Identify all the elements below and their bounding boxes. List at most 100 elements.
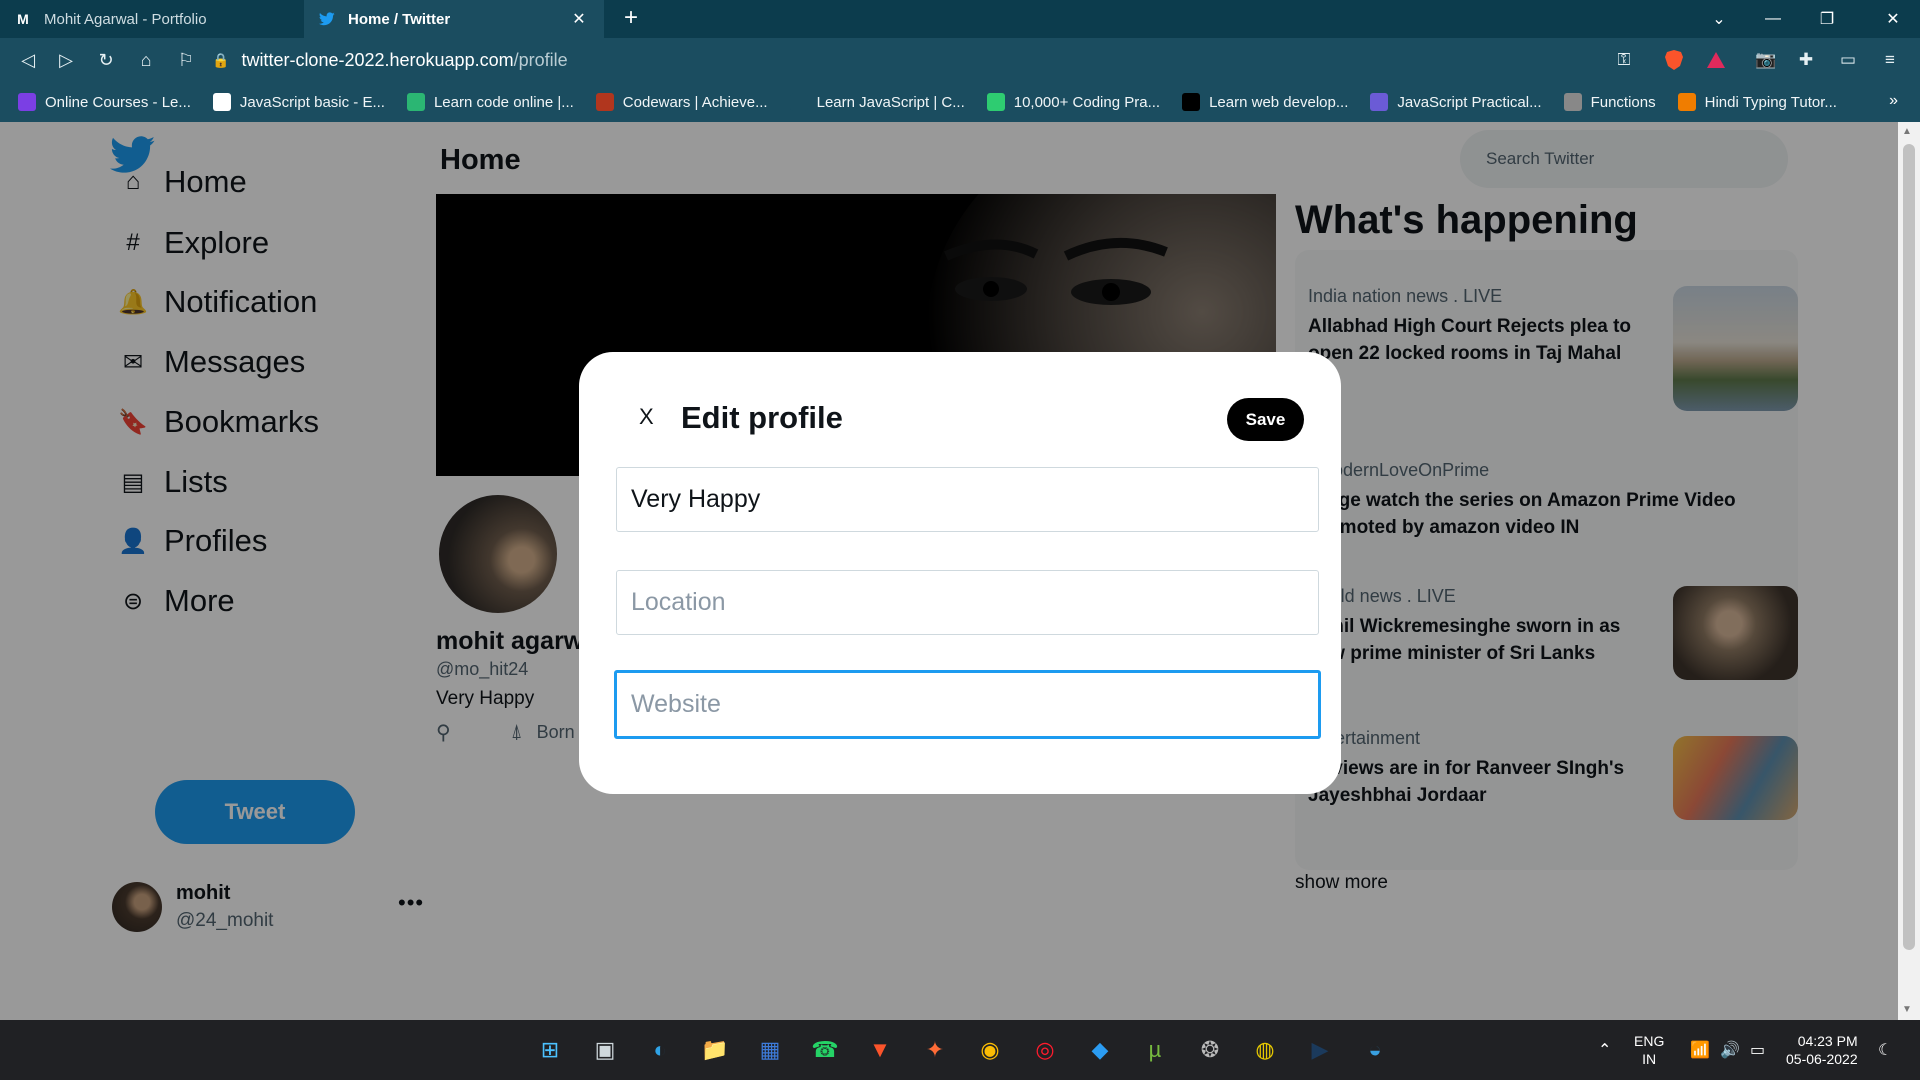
task-view-icon[interactable]: ▣	[585, 1030, 625, 1070]
bookmark-label: Learn web develop...	[1209, 93, 1349, 111]
bookmark-item[interactable]: Functions	[1563, 93, 1656, 111]
extensions-icon[interactable]: ✚	[1792, 46, 1820, 74]
opera-icon[interactable]: ◎	[1025, 1030, 1065, 1070]
restore-icon[interactable]: ❐	[1800, 0, 1854, 38]
wifi-icon[interactable]: 📶	[1690, 1020, 1710, 1080]
tab-portfolio[interactable]: M Mohit Agarwal - Portfolio	[0, 0, 304, 38]
bookmark-label: Learn JavaScript | C...	[816, 93, 965, 111]
media-player-icon[interactable]: ❂	[1190, 1030, 1230, 1070]
mdn-icon	[1182, 93, 1201, 111]
url-host: twitter-clone-2022.herokuapp.com	[241, 49, 514, 70]
bookmark-label: JavaScript Practical...	[1397, 93, 1542, 111]
twitter-favicon-icon	[318, 10, 336, 28]
scroll-up-icon[interactable]: ▲	[1902, 126, 1912, 137]
reload-icon[interactable]: ↻	[92, 46, 120, 74]
brave-rewards-icon[interactable]	[1702, 46, 1730, 74]
bookmark-page-icon[interactable]: ⚐	[172, 46, 200, 74]
practical-icon	[1370, 93, 1389, 111]
url-path: /profile	[513, 49, 568, 70]
bookmarks-bar: Online Courses - Le... JavaScript basic -…	[0, 82, 1920, 122]
browser-tab-bar: M Mohit Agarwal - Portfolio Home / Twitt…	[0, 0, 1920, 38]
save-button[interactable]: Save	[1227, 398, 1304, 441]
wallet-icon[interactable]: ▭	[1834, 46, 1862, 74]
edit-profile-modal: X Edit profile Save	[579, 352, 1341, 794]
bookmark-label: 10,000+ Coding Pra...	[1013, 93, 1161, 111]
code-brackets-icon	[406, 93, 425, 111]
website-field[interactable]	[614, 670, 1321, 739]
tab-title: Mohit Agarwal - Portfolio	[44, 10, 207, 28]
bookmark-item[interactable]: JavaScript Practical...	[1370, 93, 1542, 111]
chrome-icon[interactable]: ◉	[970, 1030, 1010, 1070]
bookmark-item[interactable]: Learn JavaScript | C...	[789, 93, 965, 111]
brave-shields-icon[interactable]	[1660, 46, 1688, 74]
menu-icon[interactable]: ≡	[1876, 46, 1904, 74]
language-indicator[interactable]: ENG IN	[1634, 1032, 1664, 1068]
bookmark-item[interactable]: Learn code online |...	[406, 93, 574, 111]
postman-icon[interactable]: ✦	[915, 1030, 955, 1070]
vscode-icon[interactable]: ◆	[1080, 1030, 1120, 1070]
back-icon[interactable]: ◁	[14, 46, 42, 74]
bookmark-label: Functions	[1590, 93, 1656, 111]
prime-video-icon[interactable]: ▶	[1300, 1030, 1340, 1070]
page-scrollbar[interactable]: ▲ ▼	[1898, 122, 1920, 1020]
region-code: IN	[1642, 1051, 1657, 1067]
tab-title: Home / Twitter	[348, 10, 451, 28]
bookmark-label: Online Courses - Le...	[45, 93, 191, 111]
globe-icon	[1563, 93, 1582, 111]
forward-icon[interactable]: ▷	[52, 46, 80, 74]
brave-icon[interactable]: ▼	[860, 1030, 900, 1070]
bookmark-item[interactable]: Learn web develop...	[1182, 93, 1348, 111]
modal-title: Edit profile	[681, 400, 843, 435]
udemy-icon	[18, 93, 36, 111]
bio-field[interactable]	[616, 467, 1319, 532]
tab-close-icon[interactable]: ✕	[568, 9, 590, 29]
tab-list-chevron-icon[interactable]: ⌄	[1692, 0, 1746, 38]
portfolio-favicon-icon: M	[17, 11, 29, 27]
new-tab-icon[interactable]: +	[616, 4, 646, 34]
app-icon[interactable]: ◍	[1245, 1030, 1285, 1070]
bookmark-item[interactable]: JavaScript basic - E...	[212, 93, 385, 111]
codewars-icon	[595, 93, 614, 111]
location-field[interactable]	[616, 570, 1319, 635]
key-icon[interactable]: ⚿	[1610, 46, 1638, 74]
codecademy-icon	[789, 93, 808, 111]
more-bookmarks-icon[interactable]: »	[1889, 92, 1898, 110]
edabit-icon	[986, 93, 1005, 111]
close-modal-button[interactable]: X	[639, 404, 654, 430]
battery-icon[interactable]: ▭	[1750, 1020, 1765, 1080]
store-icon[interactable]: ▦	[750, 1030, 790, 1070]
bookmark-item[interactable]: Hindi Typing Tutor...	[1677, 93, 1837, 111]
lock-icon: 🔒	[212, 51, 230, 68]
volume-icon[interactable]: 🔊	[1720, 1020, 1740, 1080]
address-bar[interactable]: 🔒 twitter-clone-2022.herokuapp.com/profi…	[212, 44, 1648, 76]
bookmark-item[interactable]: 10,000+ Coding Pra...	[986, 93, 1161, 111]
bookmark-item[interactable]: Online Courses - Le...	[18, 93, 191, 111]
bookmark-label: Hindi Typing Tutor...	[1704, 93, 1837, 111]
browser-icon[interactable]: ◒	[1355, 1030, 1395, 1070]
scrollbar-thumb[interactable]	[1903, 144, 1915, 950]
language-code: ENG	[1634, 1033, 1665, 1049]
browser-toolbar: ◁ ▷ ↻ ⌂ ⚐ 🔒 twitter-clone-2022.herokuapp…	[0, 38, 1920, 82]
home-page-icon[interactable]: ⌂	[132, 46, 160, 74]
tray-overflow-icon[interactable]: ⌃	[1598, 1020, 1611, 1080]
utorrent-icon[interactable]: µ	[1135, 1030, 1175, 1070]
edge-icon[interactable]: ◐	[640, 1030, 680, 1070]
typing-icon	[1677, 93, 1696, 111]
screenshot-icon[interactable]: 📷	[1752, 46, 1780, 74]
bookmark-item[interactable]: Codewars | Achieve...	[595, 93, 768, 111]
clock[interactable]: 04:23 PM 05-06-2022	[1786, 1032, 1858, 1068]
clock-time: 04:23 PM	[1797, 1033, 1858, 1049]
whatsapp-icon[interactable]: ☎	[805, 1030, 845, 1070]
bookmark-label: Learn code online |...	[433, 93, 574, 111]
minimize-icon[interactable]: —	[1746, 0, 1800, 38]
bookmark-label: Codewars | Achieve...	[622, 93, 768, 111]
scroll-down-icon[interactable]: ▼	[1902, 1004, 1912, 1015]
start-icon[interactable]: ⊞	[530, 1030, 570, 1070]
tab-twitter[interactable]: Home / Twitter ✕	[304, 0, 604, 38]
close-window-icon[interactable]: ✕	[1866, 0, 1920, 38]
file-explorer-icon[interactable]: 📁	[695, 1030, 735, 1070]
w3resource-icon	[212, 93, 231, 111]
clock-date: 05-06-2022	[1786, 1051, 1858, 1067]
notifications-icon[interactable]: ☾	[1878, 1020, 1892, 1080]
bookmark-label: JavaScript basic - E...	[239, 93, 385, 111]
